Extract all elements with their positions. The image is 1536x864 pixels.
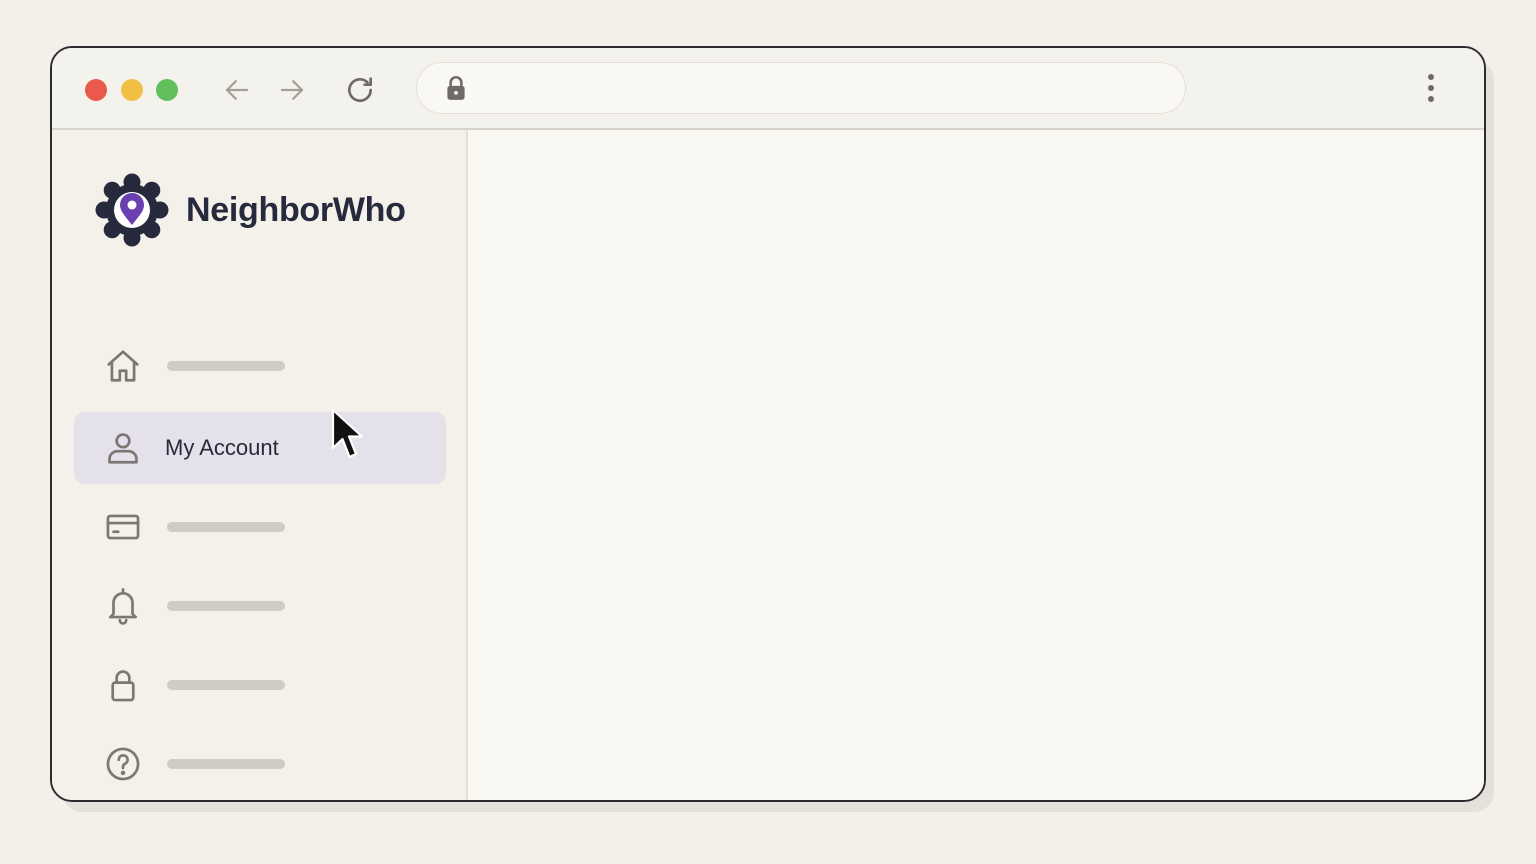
sidebar-item-my-account[interactable]: My Account (74, 412, 446, 484)
user-icon (104, 429, 142, 467)
home-icon (104, 347, 142, 385)
sidebar-item-help[interactable] (74, 728, 446, 800)
browser-toolbar (52, 48, 1484, 130)
sidebar-item-label-placeholder (167, 361, 285, 371)
bell-icon (104, 587, 142, 625)
back-button[interactable] (219, 72, 255, 108)
browser-menu-button[interactable] (1418, 70, 1444, 106)
kebab-menu-icon (1428, 74, 1434, 102)
arrow-right-icon (280, 80, 304, 100)
app-name: NeighborWho (186, 190, 406, 229)
sidebar-item-security[interactable] (74, 649, 446, 721)
brand[interactable]: NeighborWho (92, 170, 406, 250)
arrow-left-icon (225, 80, 249, 100)
browser-window: NeighborWho My Account (50, 46, 1486, 802)
url-input[interactable] (487, 73, 1151, 103)
sidebar-item-label-placeholder (167, 522, 285, 532)
sidebar-item-home[interactable] (74, 330, 446, 402)
help-circle-icon (104, 745, 142, 783)
main-content-area (468, 130, 1484, 800)
sidebar-item-notifications[interactable] (74, 570, 446, 642)
minimize-window-button[interactable] (121, 79, 143, 101)
sidebar-item-billing[interactable] (74, 491, 446, 563)
gear-location-pin-logo (95, 173, 169, 247)
sidebar-item-label-placeholder (167, 680, 285, 690)
reload-button[interactable] (342, 72, 378, 108)
sidebar: NeighborWho My Account (52, 130, 468, 800)
forward-button[interactable] (274, 72, 310, 108)
lock-icon (443, 74, 469, 107)
maximize-window-button[interactable] (156, 79, 178, 101)
lock-icon (104, 666, 142, 704)
reload-icon (348, 77, 372, 102)
close-window-button[interactable] (85, 79, 107, 101)
address-bar[interactable] (416, 62, 1186, 114)
credit-card-icon (104, 508, 142, 546)
sidebar-item-label: My Account (165, 435, 279, 460)
sidebar-item-label-placeholder (167, 601, 285, 611)
sidebar-item-label-placeholder (167, 759, 285, 769)
